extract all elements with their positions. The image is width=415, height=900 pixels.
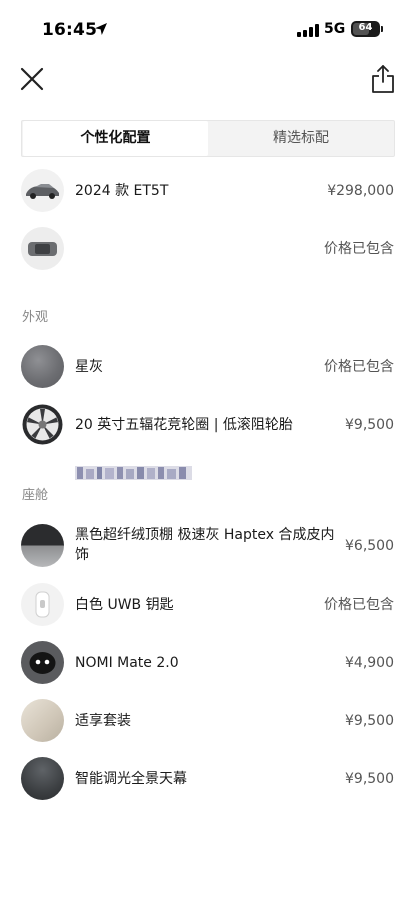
battery-icon: 64: [351, 21, 380, 37]
status-bar: 16:45 5G 64: [0, 0, 415, 56]
list-item-comfort[interactable]: 适享套装 ¥9,500: [0, 698, 415, 744]
list-item-paint[interactable]: 星灰 价格已包含: [0, 344, 415, 390]
section-title-cabin: 座舱: [22, 488, 49, 503]
interior-price: ¥6,500: [345, 538, 394, 554]
interior-label: 黑色超纤绒顶棚 极速灰 Haptex 合成皮内饰: [75, 527, 335, 563]
battery-percent: 64: [358, 22, 373, 33]
nomi-price: ¥4,900: [345, 655, 394, 671]
wheels-price: ¥9,500: [345, 417, 394, 433]
list-item-nomi[interactable]: NOMI Mate 2.0 ¥4,900: [0, 640, 415, 686]
model-price: ¥298,000: [327, 183, 394, 199]
list-item-model[interactable]: 2024 款 ET5T ¥298,000: [0, 168, 415, 214]
key-price: 价格已包含: [324, 597, 394, 613]
share-icon[interactable]: [370, 64, 396, 94]
model-name: 2024 款 ET5T: [75, 183, 169, 199]
paint-swatch-icon: [21, 345, 64, 388]
seat-icon: [21, 699, 64, 742]
paint-label: 星灰: [75, 359, 103, 375]
paint-price: 价格已包含: [324, 359, 394, 375]
config-summary-page: 16:45 5G 64 个性化配置 精选标配 2024 款 ET5T ¥298,…: [0, 0, 415, 900]
comfort-label: 适享套装: [75, 713, 131, 729]
close-icon[interactable]: [19, 66, 45, 92]
list-item-wheels[interactable]: 20 英寸五辐花竞轮圈 | 低滚阻轮胎 ¥9,500: [0, 402, 415, 448]
car-thumbnail: [21, 169, 64, 212]
nomi-label: NOMI Mate 2.0: [75, 655, 179, 671]
section-title-exterior: 外观: [22, 310, 49, 325]
location-arrow-icon: [95, 23, 107, 35]
obscured-text: [75, 466, 192, 480]
comfort-price: ¥9,500: [345, 713, 394, 729]
signal-icon: [297, 24, 319, 37]
list-item-interior[interactable]: 黑色超纤绒顶棚 极速灰 Haptex 合成皮内饰 ¥6,500: [0, 522, 415, 570]
battery-cap: [381, 26, 383, 32]
tab-personalized[interactable]: 个性化配置: [23, 121, 208, 156]
network-type: 5G: [324, 21, 346, 37]
wheels-label: 20 英寸五辐花竞轮圈 | 低滚阻轮胎: [75, 417, 293, 433]
key-label: 白色 UWB 钥匙: [75, 597, 174, 613]
tab-standard[interactable]: 精选标配: [208, 121, 394, 156]
config-tabs: 个性化配置 精选标配: [21, 120, 395, 157]
list-item-key[interactable]: 白色 UWB 钥匙 价格已包含: [0, 582, 415, 628]
sunroof-label: 智能调光全景天幕: [75, 771, 187, 787]
nomi-icon: [21, 641, 64, 684]
package-price: 价格已包含: [324, 241, 394, 257]
status-time: 16:45: [42, 20, 98, 40]
list-item-sunroof[interactable]: 智能调光全景天幕 ¥9,500: [0, 756, 415, 802]
car-top-thumbnail: [21, 227, 64, 270]
sunroof-price: ¥9,500: [345, 771, 394, 787]
list-item-obscured[interactable]: 价格已包含: [0, 226, 415, 480]
interior-swatch-icon: [21, 524, 64, 567]
sunroof-icon: [21, 757, 64, 800]
key-icon: [21, 583, 64, 626]
wheel-icon: [21, 403, 64, 446]
